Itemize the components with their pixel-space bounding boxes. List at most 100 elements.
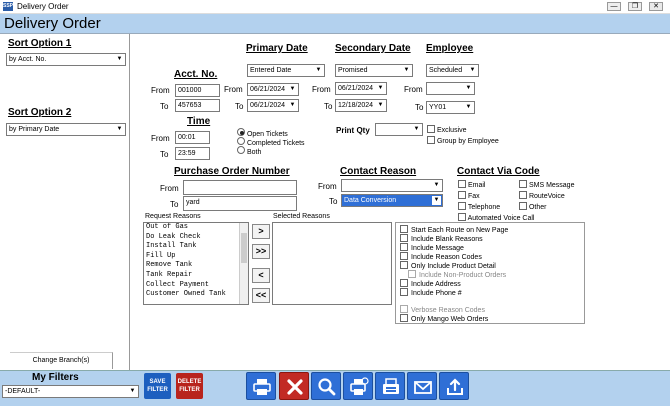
exclusive-option[interactable]: Exclusive	[427, 125, 499, 136]
minimize-button[interactable]: —	[607, 2, 621, 11]
primary-date-type-select[interactable]: Entered Date ▼	[247, 64, 325, 77]
list-item[interactable]: Install Tank	[144, 242, 248, 252]
option-include-reason-codes[interactable]: Include Reason Codes	[400, 252, 482, 261]
po-from-label: From	[160, 184, 179, 193]
option-start-each-route[interactable]: Start Each Route on New Page	[400, 225, 508, 234]
list-item[interactable]: Out of Gas	[144, 223, 248, 233]
time-from-input[interactable]: 00:01	[175, 131, 210, 144]
checkbox-icon	[458, 202, 466, 210]
option-include-phone[interactable]: Include Phone #	[400, 288, 462, 297]
secondary-from-date[interactable]: 06/21/2024 ▼	[335, 82, 387, 95]
time-to-input[interactable]: 23:59	[175, 147, 210, 160]
employee-type-select[interactable]: Scheduled ▼	[426, 64, 479, 77]
completed-tickets-option[interactable]: Completed Tickets	[237, 137, 305, 147]
checkbox-icon	[519, 202, 527, 210]
list-item[interactable]: Remove Tank	[144, 261, 248, 271]
sort-option-1-select[interactable]: by Acct. No. ▼	[6, 53, 126, 66]
secondary-date-type-select[interactable]: Promised ▼	[335, 64, 413, 77]
acct-to-label: To	[160, 102, 169, 111]
acct-to-input[interactable]: 457653	[175, 99, 220, 112]
acct-from-input[interactable]: 001000	[175, 84, 220, 97]
print-preview-button[interactable]	[343, 372, 373, 400]
checkbox-icon	[400, 261, 408, 269]
contact-reason-from-label: From	[318, 182, 337, 191]
app-icon: SSP	[3, 2, 14, 11]
save-filter-button[interactable]: SAVE FILTER	[144, 373, 171, 399]
contact-via-label: Contact Via Code	[457, 166, 540, 177]
po-from-input[interactable]	[183, 180, 297, 195]
primary-to-date[interactable]: 06/21/2024 ▼	[247, 99, 299, 112]
option-include-message[interactable]: Include Message	[400, 243, 464, 252]
secondary-to-date[interactable]: 12/18/2024 ▼	[335, 99, 387, 112]
option-only-mango-web[interactable]: Only Mango Web Orders	[400, 314, 488, 323]
option-include-address[interactable]: Include Address	[400, 279, 461, 288]
selected-reasons-list[interactable]	[272, 222, 392, 305]
move-right-button[interactable]: >	[252, 224, 270, 239]
sort-option-2-select[interactable]: by Primary Date ▼	[6, 123, 126, 136]
list-item[interactable]: Fill Up	[144, 252, 248, 262]
primary-date-type-value: Entered Date	[250, 67, 292, 74]
title-bar: SSP Delivery Order — ❐ ✕	[0, 0, 670, 14]
list-item[interactable]: Do Leak Check	[144, 233, 248, 243]
contact-reason-from-select[interactable]: ▼	[341, 179, 443, 192]
employee-to-select[interactable]: YY01 ▼	[426, 101, 475, 114]
contact-reason-to-select[interactable]: Data Conversion ▼	[341, 194, 443, 207]
cancel-button[interactable]	[279, 372, 309, 400]
move-left-button[interactable]: <	[252, 268, 270, 283]
primary-from-date[interactable]: 06/21/2024 ▼	[247, 83, 299, 96]
move-all-left-button[interactable]: <<	[252, 288, 270, 303]
list-item[interactable]: Customer Owned Tank	[144, 290, 248, 300]
open-tickets-option[interactable]: Open Tickets	[237, 128, 305, 138]
list-item[interactable]: Collect Payment	[144, 281, 248, 291]
contact-via-routevoice[interactable]: RouteVoice	[519, 191, 589, 202]
contact-via-fax[interactable]: Fax	[458, 191, 528, 202]
primary-to-label: To	[235, 102, 244, 111]
print-button[interactable]	[246, 372, 276, 400]
checkbox-icon	[519, 191, 527, 199]
maximize-button[interactable]: ❐	[628, 2, 642, 11]
checkbox-icon	[400, 305, 408, 313]
list-scrollbar[interactable]	[239, 223, 248, 304]
contact-via-other[interactable]: Other	[519, 202, 589, 213]
contact-via-email[interactable]: Email	[458, 180, 528, 191]
my-filters-select[interactable]: -DEFAULT- ▼	[2, 385, 139, 398]
print-qty-label: Print Qty	[336, 126, 370, 135]
window-title: Delivery Order	[17, 2, 69, 11]
left-panel: Sort Option 1 by Acct. No. ▼ Sort Option…	[0, 34, 130, 370]
chevron-down-icon: ▼	[289, 102, 296, 108]
export-button[interactable]	[439, 372, 469, 400]
chevron-down-icon: ▼	[403, 67, 410, 73]
email-icon	[414, 381, 432, 394]
delete-filter-button[interactable]: DELETE FILTER	[176, 373, 203, 399]
contact-via-voice-call-label: Automated Voice Call	[467, 215, 535, 222]
chevron-down-icon: ▼	[377, 85, 384, 91]
contact-via-telephone[interactable]: Telephone	[458, 202, 528, 213]
fax-button[interactable]	[375, 372, 405, 400]
email-button[interactable]	[407, 372, 437, 400]
secondary-from-value: 06/21/2024	[338, 85, 374, 92]
move-all-right-button[interactable]: >>	[252, 244, 270, 259]
secondary-from-label: From	[312, 85, 331, 94]
checkbox-icon	[400, 288, 408, 296]
print-qty-select[interactable]: ▼	[375, 123, 423, 136]
change-branch-button[interactable]: Change Branch(s)	[10, 352, 113, 369]
group-by-employee-option[interactable]: Group by Employee	[427, 136, 499, 147]
checkbox-icon	[400, 225, 408, 233]
po-to-input[interactable]: yard	[183, 196, 297, 211]
request-reasons-list[interactable]: Out of Gas Do Leak Check Install Tank Fi…	[143, 222, 249, 305]
option-only-product-detail[interactable]: Only Include Product Detail	[400, 261, 496, 270]
option-label: Include Non-Product Orders	[419, 272, 507, 279]
sort-option-1-value: by Acct. No.	[9, 56, 47, 63]
employee-from-select[interactable]: ▼	[426, 82, 475, 95]
search-button[interactable]	[311, 372, 341, 400]
time-to-label: To	[160, 150, 169, 159]
list-item[interactable]: Tank Repair	[144, 271, 248, 281]
scrollbar-thumb[interactable]	[241, 233, 247, 263]
option-include-non-product: Include Non-Product Orders	[408, 270, 506, 279]
print-preview-icon	[350, 377, 369, 395]
close-button[interactable]: ✕	[649, 2, 663, 11]
option-label: Include Blank Reasons	[411, 236, 483, 243]
contact-via-sms[interactable]: SMS Message	[519, 180, 589, 191]
both-tickets-option[interactable]: Both	[237, 146, 305, 156]
option-include-blank-reasons[interactable]: Include Blank Reasons	[400, 234, 483, 243]
